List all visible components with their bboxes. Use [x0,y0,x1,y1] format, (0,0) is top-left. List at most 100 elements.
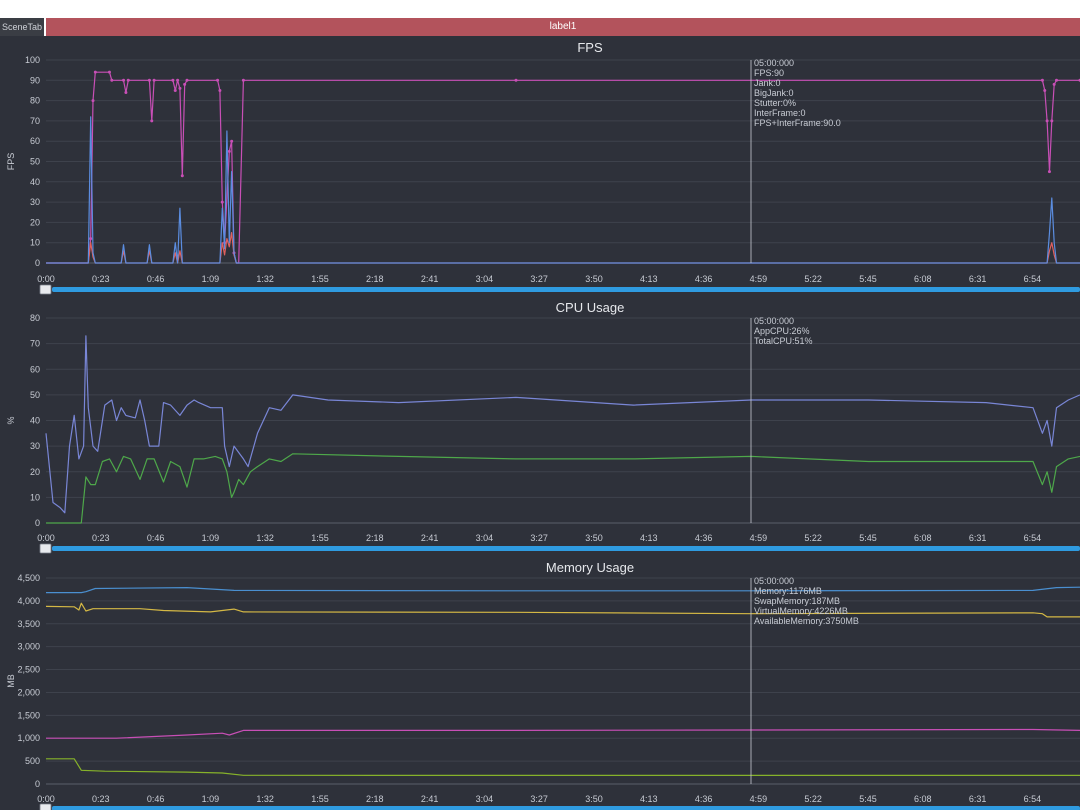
x-tick-label: 2:18 [366,533,384,543]
x-tick-label: 6:08 [914,274,932,284]
x-tick-label: 2:41 [421,794,439,804]
x-tick-label: 4:59 [750,794,768,804]
x-tick-label: 0:46 [147,533,165,543]
y-tick-label: 50 [30,390,40,400]
series-line-bigjank [46,116,1080,264]
slider-handle[interactable] [39,803,52,810]
fps-point [230,139,234,143]
y-tick-label: 50 [30,157,40,167]
fps-point [89,237,93,241]
x-tick-label: 4:36 [695,274,713,284]
fps-point [173,88,177,92]
x-tick-label: 6:31 [969,274,987,284]
x-tick-label: 5:45 [859,794,877,804]
x-tick-label: 4:13 [640,533,658,543]
x-tick-label: 0:23 [92,274,110,284]
x-tick-label: 6:54 [1024,794,1042,804]
fps-point [107,70,111,74]
x-tick-label: 1:55 [311,794,329,804]
y-tick-label: 4,500 [17,573,40,583]
x-tick-label: 4:36 [695,794,713,804]
y-tick-label: 20 [30,217,40,227]
x-tick-label: 0:23 [92,794,110,804]
x-tick-label: 0:00 [37,794,55,804]
x-tick-label: 3:50 [585,794,603,804]
x-tick-label: 5:45 [859,274,877,284]
y-tick-label: 60 [30,136,40,146]
fps-point [150,119,154,123]
x-tick-label: 6:54 [1024,274,1042,284]
tooltip-line: FPS+InterFrame:90.0 [754,118,841,128]
y-tick-label: 100 [25,55,40,65]
chart-title: Memory Usage [546,560,634,575]
series-line-jank [46,232,1080,264]
fps-point [152,78,156,82]
x-tick-label: 6:54 [1024,533,1042,543]
x-tick-label: 1:09 [202,274,220,284]
time-slider[interactable] [52,546,1080,551]
fps-point [171,78,175,82]
tooltip-line: TotalCPU:51% [754,336,813,346]
y-tick-label: 2,500 [17,665,40,675]
y-tick-label: 20 [30,467,40,477]
x-tick-label: 6:31 [969,533,987,543]
x-tick-label: 2:41 [421,533,439,543]
x-tick-label: 6:08 [914,533,932,543]
tooltip-line: SwapMemory:187MB [754,596,840,606]
x-tick-label: 3:04 [476,794,494,804]
fps-point [122,78,126,82]
y-tick-label: 2,000 [17,687,40,697]
series-line-available_memory [45,602,1080,618]
y-axis-label: MB [6,674,16,688]
y-tick-label: 0 [35,779,40,789]
tooltip-line: InterFrame:0 [754,108,806,118]
tooltip-line: Jank:0 [754,78,781,88]
fps-point [178,86,182,90]
series-line-virtual_memory [46,586,1080,594]
fps-point [218,88,222,92]
fps-point [220,200,224,204]
x-tick-label: 0:46 [147,794,165,804]
slider-handle[interactable] [39,543,52,554]
y-tick-label: 3,500 [17,619,40,629]
time-slider[interactable] [52,806,1080,810]
y-tick-label: 40 [30,416,40,426]
chart-title: CPU Usage [556,300,625,315]
y-tick-label: 1,000 [17,733,40,743]
x-tick-label: 6:08 [914,794,932,804]
fps-point [1052,82,1056,86]
chart-title: FPS [577,40,603,55]
y-tick-label: 1,500 [17,710,40,720]
y-tick-label: 70 [30,339,40,349]
time-slider[interactable] [52,287,1080,292]
y-tick-label: 70 [30,116,40,126]
fps-point [110,78,114,82]
x-tick-label: 1:32 [256,533,274,543]
x-tick-label: 0:23 [92,533,110,543]
fps-point [180,174,184,178]
series-line-total_cpu [45,335,1080,514]
y-tick-label: 30 [30,197,40,207]
tooltip-line: AvailableMemory:3750MB [754,616,859,626]
y-tick-label: 80 [30,313,40,323]
fps-point [241,78,245,82]
y-tick-label: 10 [30,238,40,248]
x-tick-label: 4:13 [640,274,658,284]
tooltip-line: Stutter:0% [754,98,796,108]
tooltip-line: 05:00:000 [754,58,794,68]
fps-point [1040,78,1044,82]
y-tick-label: 60 [30,364,40,374]
tooltip-line: VirtualMemory:4226MB [754,606,848,616]
x-tick-label: 3:27 [530,794,548,804]
x-tick-label: 1:32 [256,274,274,284]
chart-panel-2: Memory Usage MB 0 500 1,000 1,500 2,000 2,500 3,… [6,560,1080,810]
series-line-memory [46,728,1080,739]
x-tick-label: 1:55 [311,274,329,284]
x-tick-label: 3:27 [530,274,548,284]
y-tick-label: 10 [30,492,40,502]
fps-point [1055,78,1058,82]
slider-handle[interactable] [39,284,52,295]
x-tick-label: 4:36 [695,533,713,543]
fps-point [183,82,187,86]
tooltip-line: AppCPU:26% [754,326,810,336]
